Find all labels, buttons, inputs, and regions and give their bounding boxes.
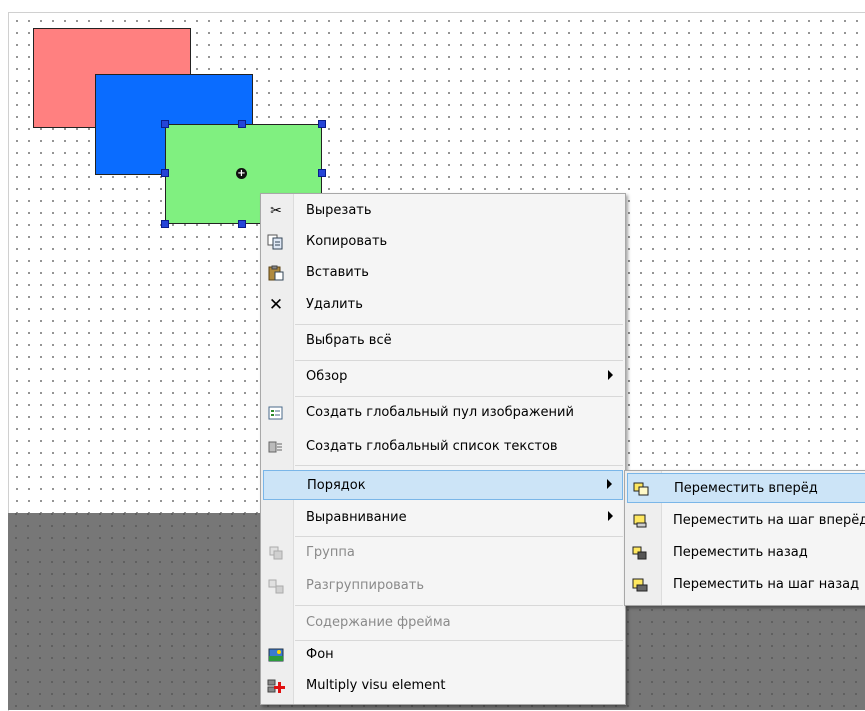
resize-handle-bottom-left[interactable] (161, 220, 169, 228)
menu-item-cut[interactable]: ✂ Вырезать (263, 196, 623, 226)
ungroup-icon (267, 578, 285, 594)
menu-item-label: Создать глобальный пул изображений (306, 405, 574, 420)
bring-to-front-icon (632, 481, 650, 497)
background-icon (267, 647, 285, 663)
send-to-back-icon (631, 545, 649, 561)
submenu-item-label: Переместить на шаг вперёд (673, 513, 865, 528)
multiply-element-icon (267, 678, 285, 694)
menu-item-delete[interactable]: ✕ Удалить (263, 290, 623, 320)
menu-separator (295, 536, 623, 537)
resize-handle-bottom[interactable] (238, 220, 246, 228)
menu-item-label: Фон (306, 647, 334, 662)
resize-handle-top-left[interactable] (161, 120, 169, 128)
menu-item-label: Вырезать (306, 203, 372, 218)
move-center-icon[interactable]: + (236, 168, 247, 179)
menu-separator (295, 324, 623, 325)
menu-item-browse[interactable]: Обзор (263, 362, 623, 392)
menu-separator (295, 396, 623, 397)
menu-separator (295, 465, 623, 466)
submenu-arrow-icon (608, 370, 613, 380)
menu-item-label: Выравнивание (306, 510, 407, 525)
menu-item-label: Выбрать всё (306, 333, 392, 348)
menu-item-create-text-list[interactable]: Создать глобальный список текстов (263, 432, 623, 462)
menu-item-multiply-visu-element[interactable]: Multiply visu element (263, 671, 623, 701)
menu-item-select-all[interactable]: Выбрать всё (263, 326, 623, 356)
context-menu: ✂ Вырезать Копировать Вставить ✕ Удалить… (260, 193, 626, 705)
paste-icon (267, 265, 285, 281)
submenu-item-send-backward[interactable]: Переместить на шаг назад (627, 570, 865, 600)
submenu-arrow-icon (607, 479, 612, 489)
menu-item-label: Вставить (306, 265, 369, 280)
menu-item-group[interactable]: Группа (263, 538, 623, 568)
menu-item-ungroup[interactable]: Разгруппировать (263, 571, 623, 601)
submenu-item-send-to-back[interactable]: Переместить назад (627, 538, 865, 568)
copy-icon (267, 234, 285, 250)
menu-item-frame-content[interactable]: Содержание фрейма (263, 608, 623, 638)
submenu-item-label: Переместить вперёд (674, 481, 818, 496)
menu-item-label: Удалить (306, 297, 363, 312)
image-pool-icon (267, 405, 285, 421)
group-icon (267, 545, 285, 561)
menu-item-paste[interactable]: Вставить (263, 258, 623, 288)
menu-item-label: Группа (306, 545, 355, 560)
menu-item-copy[interactable]: Копировать (263, 227, 623, 257)
resize-handle-top[interactable] (238, 120, 246, 128)
text-list-icon (267, 439, 285, 455)
menu-item-background[interactable]: Фон (263, 640, 623, 670)
menu-item-label: Разгруппировать (306, 578, 425, 593)
submenu-item-bring-forward[interactable]: Переместить на шаг вперёд (627, 506, 865, 536)
resize-handle-left[interactable] (161, 169, 169, 177)
menu-item-label: Обзор (306, 369, 348, 384)
order-submenu: Переместить вперёд Переместить на шаг вп… (624, 470, 865, 606)
menu-item-label: Копировать (306, 234, 388, 249)
resize-handle-top-right[interactable] (318, 120, 326, 128)
resize-handle-right[interactable] (318, 169, 326, 177)
menu-item-label: Создать глобальный список текстов (306, 439, 558, 454)
menu-item-label: Multiply visu element (306, 678, 446, 693)
submenu-item-label: Переместить назад (673, 545, 808, 560)
menu-separator (295, 360, 623, 361)
menu-item-create-image-pool[interactable]: Создать глобальный пул изображений (263, 398, 623, 428)
submenu-item-bring-to-front[interactable]: Переместить вперёд (627, 473, 865, 503)
menu-item-order[interactable]: Порядок (263, 470, 623, 500)
submenu-arrow-icon (608, 511, 613, 521)
menu-item-label: Содержание фрейма (306, 615, 451, 630)
submenu-item-label: Переместить на шаг назад (673, 577, 860, 592)
delete-icon: ✕ (268, 295, 284, 315)
menu-item-align[interactable]: Выравнивание (263, 503, 623, 533)
menu-separator (295, 605, 623, 606)
scissors-icon: ✂ (270, 203, 282, 219)
send-backward-icon (631, 577, 649, 593)
menu-item-label: Порядок (307, 478, 366, 493)
bring-forward-icon (631, 513, 649, 529)
